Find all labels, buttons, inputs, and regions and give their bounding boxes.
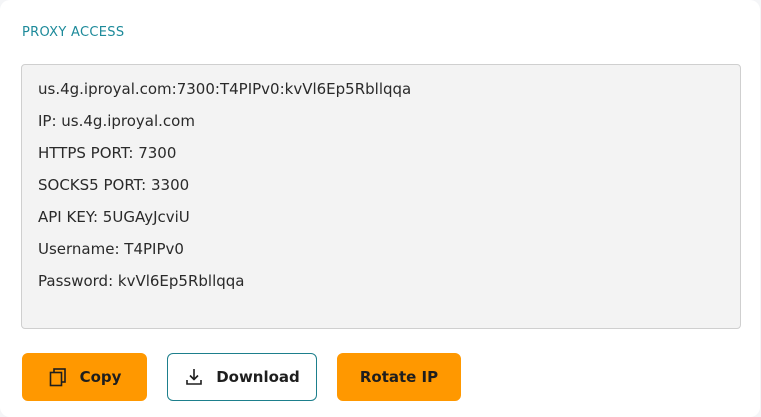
download-button[interactable]: Download	[167, 353, 317, 401]
credential-password: Password: kvVl6Ep5Rbllqqa	[38, 272, 245, 290]
credential-username: Username: T4PIPv0	[38, 240, 184, 258]
section-title: PROXY ACCESS	[22, 25, 125, 40]
copy-button-label: Copy	[79, 368, 122, 386]
rotate-ip-button-label: Rotate IP	[359, 368, 439, 386]
copy-button[interactable]: Copy	[22, 353, 147, 401]
credentials-textbox[interactable]: us.4g.iproyal.com:7300:T4PIPv0:kvVl6Ep5R…	[21, 64, 741, 329]
credential-socks5-port: SOCKS5 PORT: 3300	[38, 176, 190, 194]
credential-https-port: HTTPS PORT: 7300	[38, 144, 177, 162]
copy-icon	[48, 367, 68, 387]
credential-connection-string: us.4g.iproyal.com:7300:T4PIPv0:kvVl6Ep5R…	[38, 80, 412, 98]
download-icon	[184, 367, 204, 387]
credential-api-key: API KEY: 5UGAyJcviU	[38, 208, 190, 226]
proxy-access-card: PROXY ACCESS us.4g.iproyal.com:7300:T4PI…	[0, 0, 760, 417]
credential-ip: IP: us.4g.iproyal.com	[38, 112, 195, 130]
rotate-ip-button[interactable]: Rotate IP	[337, 353, 461, 401]
download-button-label: Download	[216, 368, 300, 386]
